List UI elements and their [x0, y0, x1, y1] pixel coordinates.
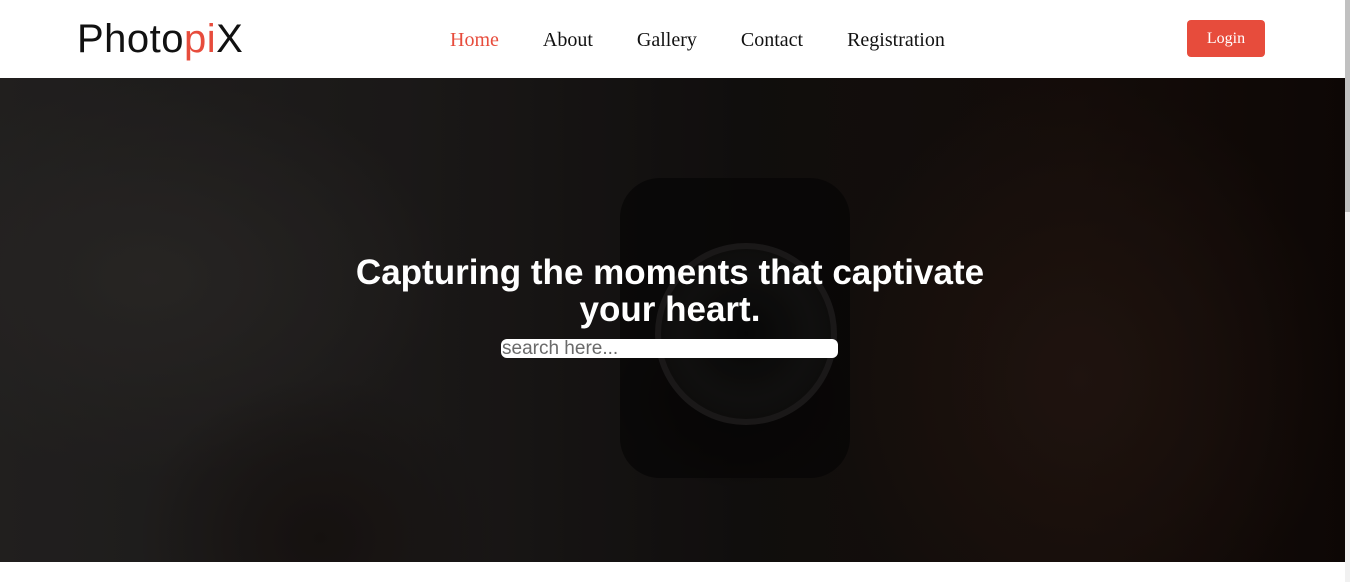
site-logo[interactable]: PhotopiX: [77, 15, 243, 63]
hero-section: Capturing the moments that captivate you…: [0, 78, 1345, 562]
nav-link-home[interactable]: Home: [428, 27, 521, 53]
nav-link-registration[interactable]: Registration: [825, 27, 967, 53]
nav-link-contact[interactable]: Contact: [719, 27, 825, 53]
nav-link-gallery[interactable]: Gallery: [615, 27, 719, 53]
logo-text-suffix: X: [216, 17, 244, 61]
nav-link-about[interactable]: About: [521, 27, 615, 53]
main-nav: Home About Gallery Contact Registration: [428, 27, 967, 53]
hero-title: Capturing the moments that captivate you…: [355, 253, 985, 329]
scrollbar-thumb[interactable]: [1345, 0, 1350, 212]
login-button[interactable]: Login: [1187, 20, 1265, 57]
navbar: PhotopiX Home About Gallery Contact Regi…: [0, 0, 1345, 78]
logo-text-accent: pi: [184, 17, 217, 61]
search-input[interactable]: [501, 339, 838, 358]
logo-text-prefix: Photo: [77, 17, 185, 61]
